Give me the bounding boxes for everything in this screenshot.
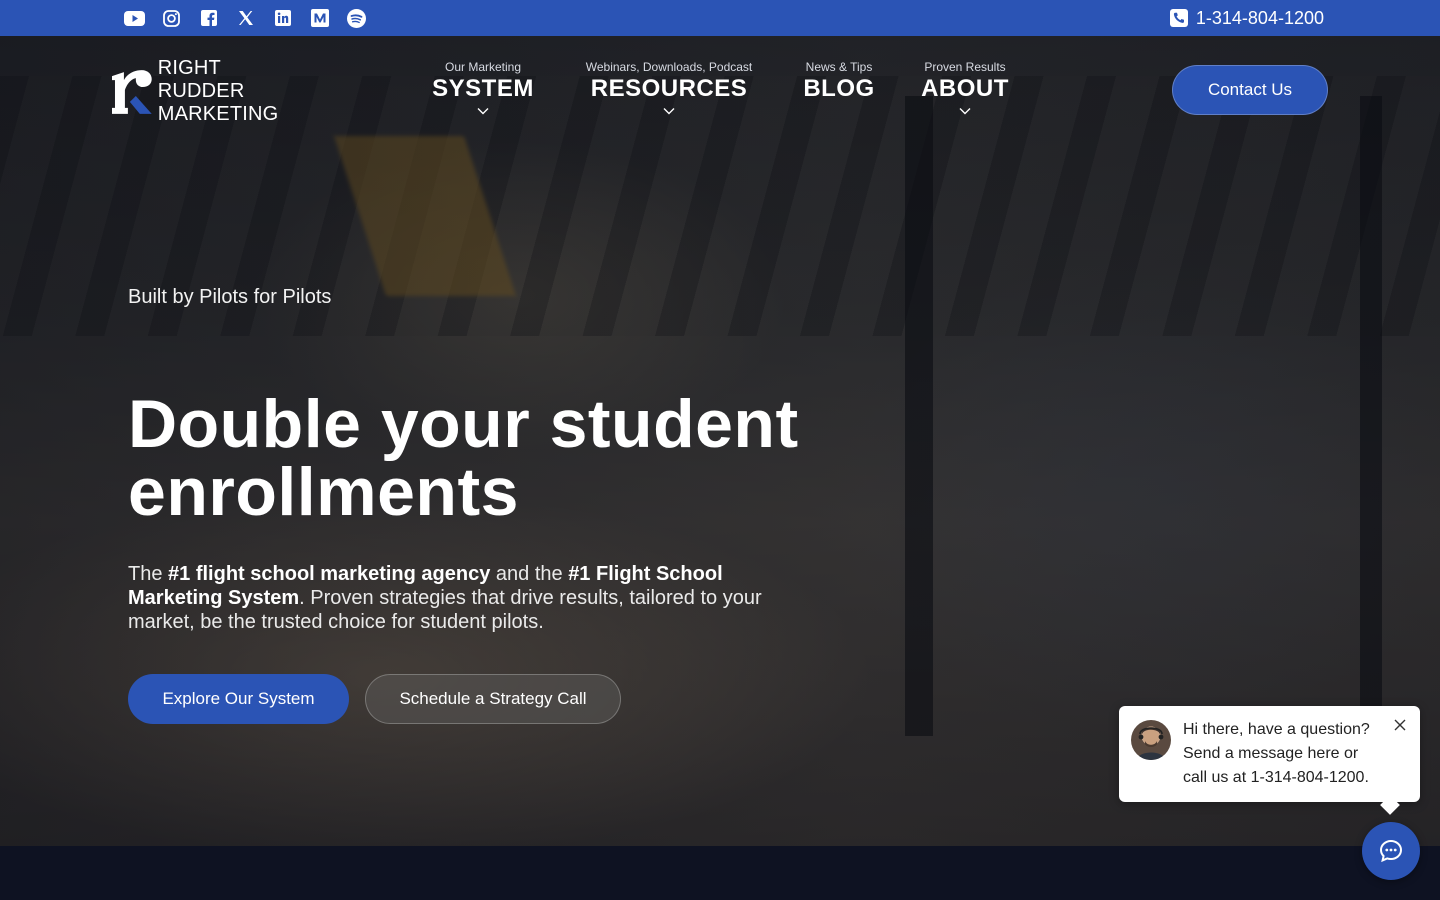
nav-item-subtitle: Proven Results	[924, 60, 1006, 74]
hero-subcopy-text: The	[128, 563, 169, 585]
explore-system-button[interactable]: Explore Our System	[128, 674, 349, 724]
contact-us-button[interactable]: Contact Us	[1172, 65, 1328, 115]
linkedin-icon[interactable]	[272, 8, 293, 28]
hero-headline: Double your student enrollments	[128, 390, 888, 526]
chat-icon	[1379, 839, 1403, 863]
schedule-call-button[interactable]: Schedule a Strategy Call	[365, 674, 621, 724]
nav-item-resources[interactable]: Webinars, Downloads, Podcast RESOURCES	[574, 60, 764, 122]
top-phone-number: 1-314-804-1200	[1195, 7, 1324, 28]
hero-headline-line-1: Double your student	[128, 386, 799, 462]
chat-text-line: Hi there, have a question?	[1183, 721, 1370, 738]
chevron-down-icon	[477, 108, 489, 115]
chevron-down-icon	[959, 108, 971, 115]
hero-subcopy-bold: #1 flight school marketing agency	[168, 563, 491, 585]
chat-text-line: call us at 1-314-804-1200.	[1183, 769, 1369, 786]
instagram-icon[interactable]	[161, 8, 182, 28]
nav-item-subtitle: Webinars, Downloads, Podcast	[585, 60, 753, 74]
hero-headline-line-2: enrollments	[128, 454, 519, 530]
nav-item-label: ABOUT	[921, 75, 1009, 102]
nav-item-blog[interactable]: News & Tips BLOG	[794, 60, 884, 122]
social-links	[124, 8, 367, 28]
chevron-down-icon	[663, 108, 675, 115]
nav-item-subtitle: News & Tips	[805, 60, 873, 74]
spotify-icon[interactable]	[346, 8, 367, 28]
nav-item-label: BLOG	[803, 75, 875, 102]
hero-subcopy-text: and the	[490, 563, 569, 585]
phone-icon	[1169, 9, 1188, 27]
nav-item-about[interactable]: Proven Results ABOUT	[912, 60, 1018, 122]
chat-agent-avatar	[1131, 720, 1171, 760]
x-icon[interactable]	[235, 8, 256, 28]
top-utility-bar: 1-314-804-1200	[0, 0, 1440, 36]
site-logo[interactable]: RIGHT RUDDER MARKETING	[112, 57, 312, 125]
youtube-icon[interactable]	[124, 8, 145, 28]
hero-subcopy: The #1 flight school marketing agency an…	[128, 562, 818, 634]
logo-wordmark: RIGHT RUDDER MARKETING	[158, 57, 312, 126]
next-section-band	[0, 846, 1440, 900]
logo-r-mark-icon	[112, 70, 152, 114]
nav-item-system[interactable]: Our Marketing SYSTEM	[423, 60, 543, 122]
chat-text-line: Send a message here or	[1183, 745, 1359, 762]
facebook-icon[interactable]	[198, 8, 219, 28]
chat-prompt-bubble[interactable]: Hi there, have a question? Send a messag…	[1119, 706, 1420, 815]
logo-line-2: MARKETING	[157, 102, 279, 125]
nav-item-subtitle: Our Marketing	[444, 60, 522, 74]
logo-line-1: RIGHT RUDDER	[157, 56, 245, 102]
nav-item-label: SYSTEM	[432, 75, 534, 102]
close-icon[interactable]	[1393, 718, 1407, 732]
open-chat-button[interactable]	[1362, 822, 1420, 880]
chat-prompt-text: Hi there, have a question? Send a messag…	[1183, 718, 1383, 790]
medium-icon[interactable]	[309, 8, 330, 28]
top-phone-link[interactable]: 1-314-804-1200	[1169, 6, 1324, 30]
nav-item-label: RESOURCES	[590, 75, 748, 102]
hero-tagline: Built by Pilots for Pilots	[128, 286, 332, 308]
